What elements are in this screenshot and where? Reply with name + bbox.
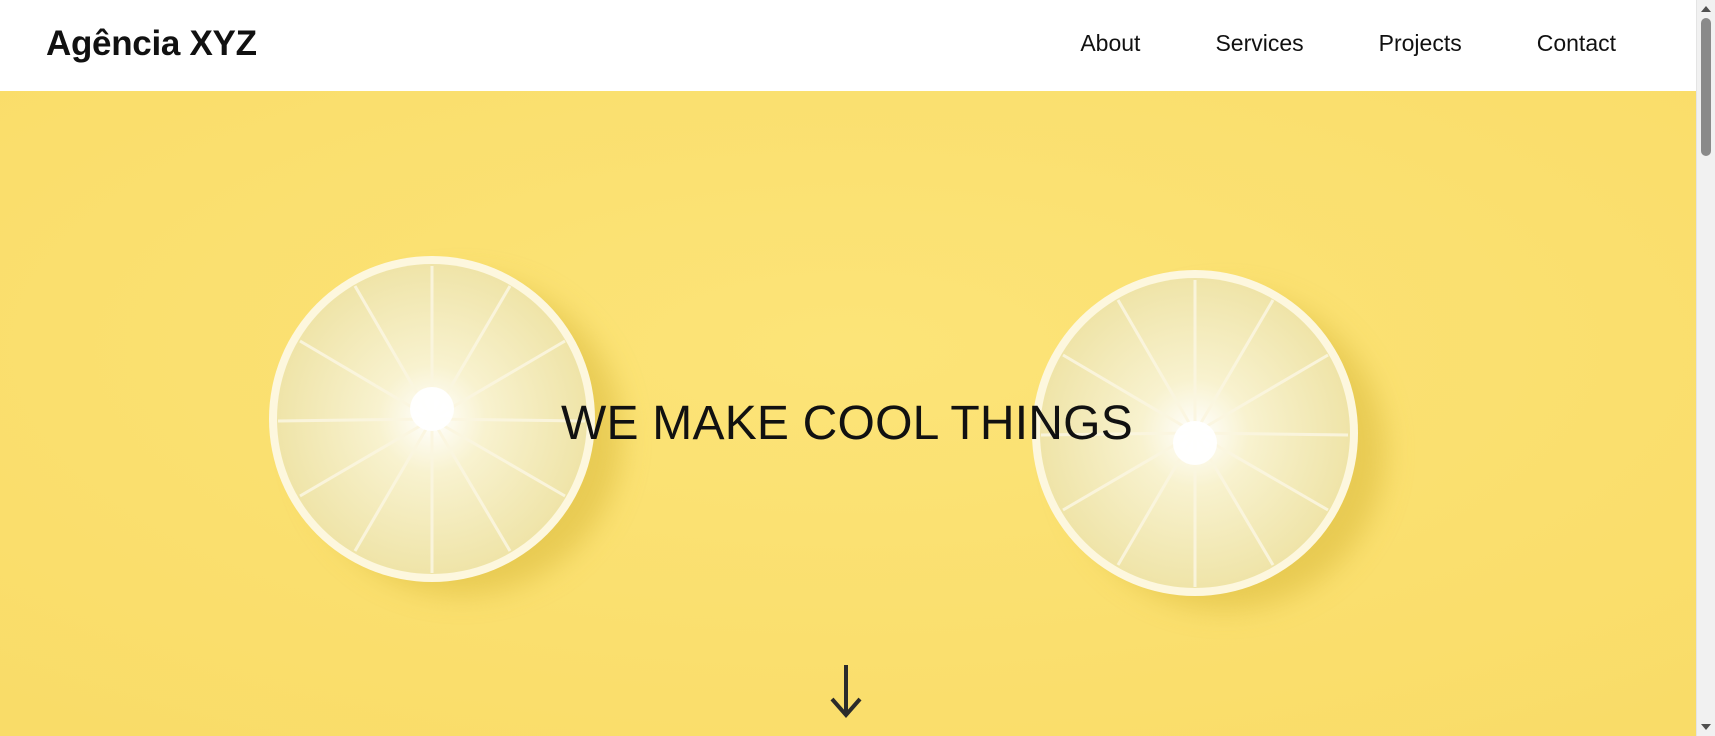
scroll-up-arrow-icon[interactable]	[1701, 6, 1711, 12]
site-header: Agência XYZ About Services Projects Cont…	[0, 0, 1696, 91]
hero-title: WE MAKE COOL THINGS	[561, 397, 1133, 450]
scroll-down-button[interactable]	[820, 661, 872, 723]
nav-contact[interactable]: Contact	[1537, 30, 1616, 57]
nav-projects[interactable]: Projects	[1379, 30, 1462, 57]
scrollbar-thumb[interactable]	[1701, 18, 1711, 156]
main-nav: About Services Projects Contact	[1080, 30, 1616, 57]
arrow-down-icon	[830, 665, 862, 719]
nav-services[interactable]: Services	[1215, 30, 1303, 57]
brand-logo[interactable]: Agência XYZ	[46, 24, 257, 64]
hero-section: WE MAKE COOL THINGS	[0, 91, 1696, 736]
page-viewport: Agência XYZ About Services Projects Cont…	[0, 0, 1696, 736]
vertical-scrollbar[interactable]	[1696, 0, 1715, 736]
nav-about[interactable]: About	[1080, 30, 1140, 57]
scroll-down-arrow-icon[interactable]	[1701, 724, 1711, 730]
